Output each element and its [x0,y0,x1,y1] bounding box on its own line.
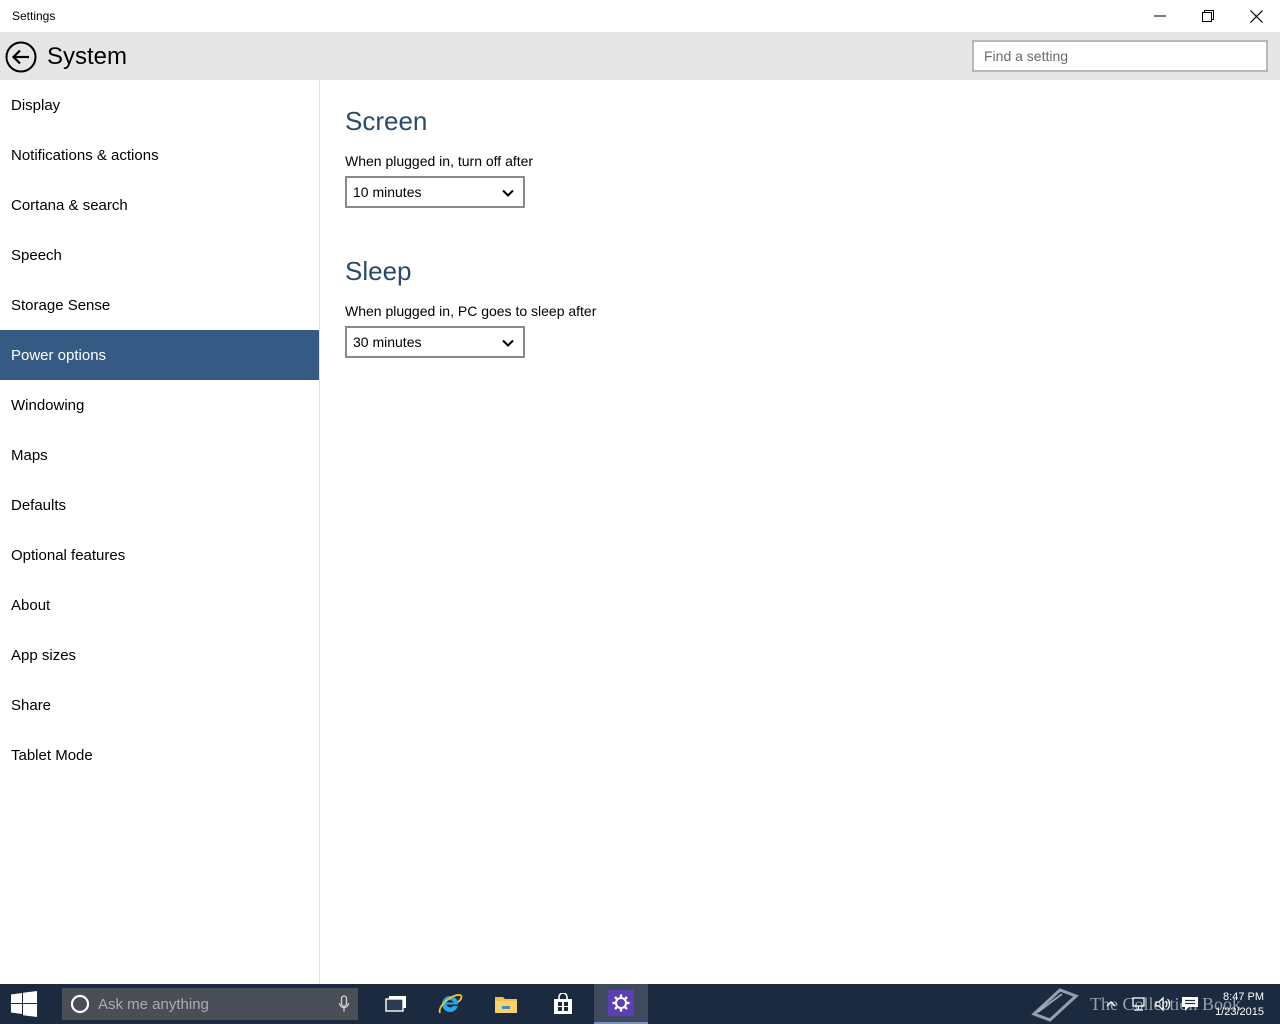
book-logo-icon [1031,988,1079,1022]
sidebar-item-speech[interactable]: Speech [0,230,319,280]
sleep-timeout-value: 30 minutes [353,334,422,350]
sidebar: Display Notifications & actions Cortana … [0,80,320,984]
sidebar-item-tablet-mode[interactable]: Tablet Mode [0,730,319,780]
sidebar-item-about[interactable]: About [0,580,319,630]
sidebar-item-defaults[interactable]: Defaults [0,480,319,530]
sidebar-item-power-options[interactable]: Power options [0,330,319,380]
folder-icon [495,997,517,1013]
clock-date: 1/23/2015 [1215,1006,1264,1018]
restore-button[interactable] [1184,0,1232,32]
sleep-timeout-label: When plugged in, PC goes to sleep after [345,303,597,319]
clock-time: 8:47 PM [1223,991,1264,1003]
notification-icon [1182,997,1198,1011]
network-button[interactable] [1128,984,1148,1024]
sidebar-item-windowing[interactable]: Windowing [0,380,319,430]
back-arrow-icon [5,41,37,73]
screen-section-title: Screen [345,106,428,136]
taskbar: The Collection Book 8:47 PM 1/23/2015 [0,984,1280,1024]
chevron-up-icon [1106,1001,1116,1007]
close-button[interactable] [1232,0,1280,32]
show-hidden-icons-button[interactable] [1103,984,1119,1024]
settings-app-tile [608,990,634,1016]
sidebar-item-notifications[interactable]: Notifications & actions [0,130,319,180]
taskbar-store[interactable] [536,984,590,1024]
cortana-search-input[interactable] [90,988,338,1020]
speaker-icon [1155,996,1171,1012]
store-bag-icon [554,993,572,1014]
minimize-button[interactable] [1136,0,1184,32]
sidebar-item-display[interactable]: Display [0,80,319,130]
sidebar-item-maps[interactable]: Maps [0,430,319,480]
gear-icon [612,994,630,1012]
windows-logo-icon [11,991,37,1017]
restore-icon [1202,10,1214,22]
sidebar-item-storage-sense[interactable]: Storage Sense [0,280,319,330]
sidebar-item-optional-features[interactable]: Optional features [0,530,319,580]
minimize-icon [1154,15,1166,17]
main-content: Screen When plugged in, turn off after 1… [345,80,1245,358]
cortana-circle-icon [70,994,90,1014]
screen-timeout-value: 10 minutes [353,184,422,200]
sidebar-item-share[interactable]: Share [0,680,319,730]
sidebar-item-app-sizes[interactable]: App sizes [0,630,319,680]
page-title: System [47,43,128,70]
title-bar: Settings [0,0,1280,32]
window-title: Settings [12,9,56,23]
network-icon [1132,997,1145,1011]
back-button[interactable] [4,40,38,74]
task-view-button[interactable] [369,984,423,1024]
cortana-search-box[interactable] [62,988,358,1020]
start-button[interactable] [0,984,48,1024]
chevron-down-icon [502,339,514,347]
sleep-timeout-dropdown[interactable]: 30 minutes [345,326,525,358]
taskbar-settings[interactable] [594,984,648,1024]
close-icon [1249,9,1263,23]
clock[interactable]: 8:47 PM 1/23/2015 [1215,990,1264,1020]
page-header: System [0,32,1280,80]
internet-explorer-icon [438,994,463,1014]
sidebar-item-cortana[interactable]: Cortana & search [0,180,319,230]
microphone-icon[interactable] [338,995,350,1013]
sleep-section-title: Sleep [345,256,412,286]
screen-timeout-label: When plugged in, turn off after [345,153,534,169]
search-input[interactable] [974,42,1266,70]
task-view-icon [385,996,406,1012]
taskbar-internet-explorer[interactable] [423,984,477,1024]
screen-timeout-dropdown[interactable]: 10 minutes [345,176,525,208]
taskbar-file-explorer[interactable] [479,984,533,1024]
chevron-down-icon [502,189,514,197]
action-center-button[interactable] [1179,984,1201,1024]
search-box[interactable] [972,40,1268,72]
volume-button[interactable] [1152,984,1174,1024]
